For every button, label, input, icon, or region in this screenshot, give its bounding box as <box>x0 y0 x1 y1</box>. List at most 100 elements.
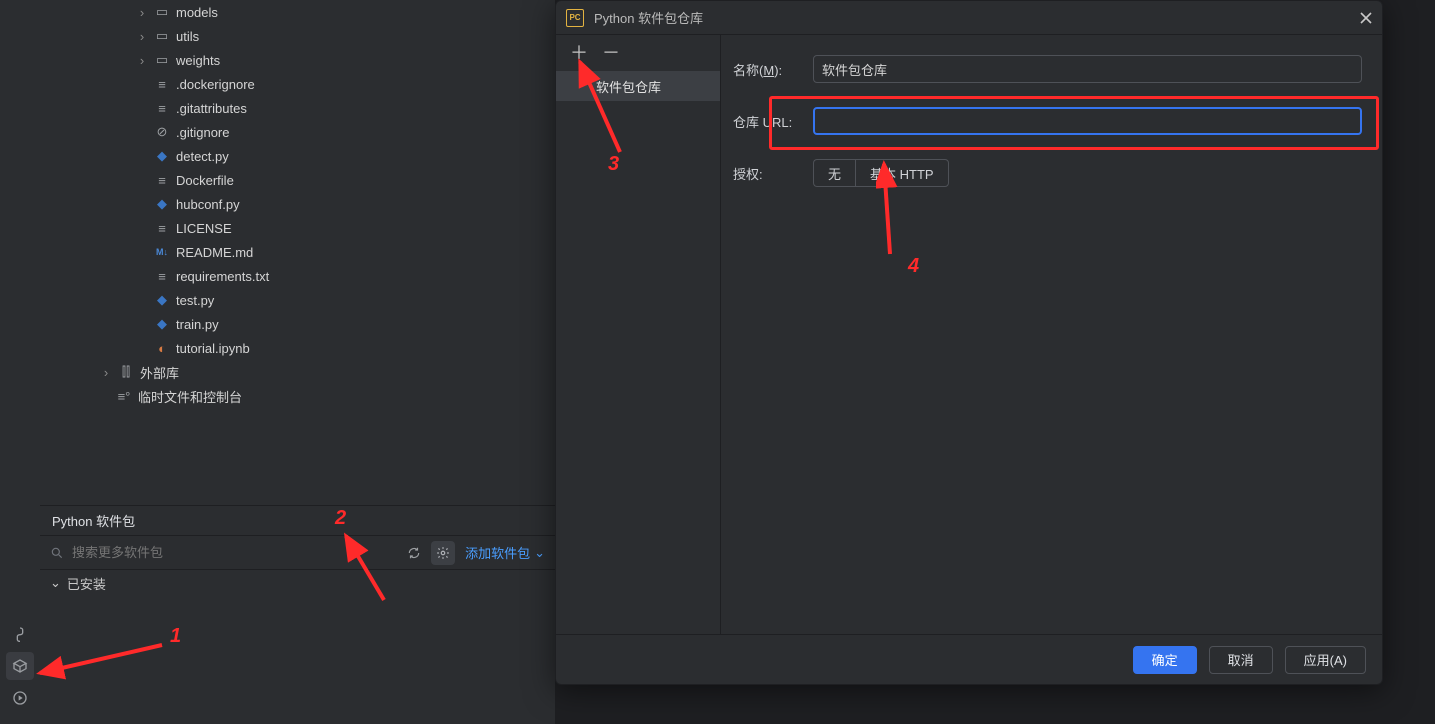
tree-file-dockerignore[interactable]: ≡ .dockerignore <box>40 72 555 96</box>
tree-label: requirements.txt <box>176 269 269 284</box>
repo-list-toolbar: ＋ － <box>556 35 720 71</box>
markdown-file-icon: M↓ <box>154 247 170 257</box>
auth-none-button[interactable]: 无 <box>813 159 855 187</box>
tree-folder-weights[interactable]: › ▭ weights <box>40 48 555 72</box>
tree-label: .dockerignore <box>176 77 255 92</box>
tree-label: utils <box>176 29 199 44</box>
gitignore-file-icon: ⊘ <box>154 124 170 140</box>
chevron-right-icon: › <box>100 365 112 380</box>
package-search[interactable] <box>50 545 397 560</box>
python-file-icon: ◆ <box>154 316 170 332</box>
dialog-footer: 确定 取消 应用(A) <box>556 634 1382 684</box>
tree-file-readme[interactable]: M↓ README.md <box>40 240 555 264</box>
remove-repository-button[interactable]: － <box>602 44 620 62</box>
tree-file-hubconf[interactable]: ◆ hubconf.py <box>40 192 555 216</box>
python-console-tool-icon[interactable] <box>6 620 34 648</box>
annotation-box-url <box>769 96 1379 150</box>
project-tree[interactable]: › ▭ models › ▭ utils › ▭ weights ≡ .dock… <box>40 0 555 505</box>
tree-file-license[interactable]: ≡ LICENSE <box>40 216 555 240</box>
python-file-icon: ◆ <box>154 196 170 212</box>
repository-list-item[interactable]: 软件包仓库 <box>556 71 720 101</box>
text-file-icon: ≡ <box>154 269 170 284</box>
apply-button[interactable]: 应用(A) <box>1285 646 1366 674</box>
tree-label: 临时文件和控制台 <box>138 387 242 406</box>
dialog-titlebar: PC Python 软件包仓库 <box>556 1 1382 35</box>
gear-icon <box>436 546 450 560</box>
tree-folder-models[interactable]: › ▭ models <box>40 0 555 24</box>
panel-title: Python 软件包 <box>40 506 555 536</box>
folder-icon: ▭ <box>154 52 170 68</box>
tree-external-libraries[interactable]: › ⫿⫿ 外部库 <box>40 360 555 384</box>
tree-folder-utils[interactable]: › ▭ utils <box>40 24 555 48</box>
pycharm-icon: PC <box>566 9 584 27</box>
tree-label: test.py <box>176 293 214 308</box>
annotation-number-2: 2 <box>335 507 346 530</box>
left-tool-strip <box>0 0 40 724</box>
python-packages-tool-icon[interactable] <box>6 652 34 680</box>
chevron-right-icon: › <box>136 5 148 20</box>
repository-list-panel: ＋ － 软件包仓库 <box>556 35 721 634</box>
python-packages-panel: Python 软件包 添加软件包 ⌄ ⌄ 已安装 <box>40 505 555 724</box>
search-icon <box>50 546 64 560</box>
repository-item-label: 软件包仓库 <box>596 77 661 96</box>
tree-label: tutorial.ipynb <box>176 341 250 356</box>
package-toolbar: 添加软件包 ⌄ <box>40 536 555 570</box>
chevron-down-icon: ⌄ <box>50 575 61 591</box>
tree-label: README.md <box>176 245 253 260</box>
tree-file-gitignore[interactable]: ⊘ .gitignore <box>40 120 555 144</box>
auth-segment: 无 基本 HTTP <box>813 159 949 187</box>
add-package-label: 添加软件包 <box>465 543 530 562</box>
tree-label: LICENSE <box>176 221 232 236</box>
tree-file-dockerfile[interactable]: ≡ Dockerfile <box>40 168 555 192</box>
chevron-down-icon: ⌄ <box>534 545 545 561</box>
auth-row: 授权: 无 基本 HTTP <box>733 159 1362 187</box>
text-file-icon: ≡ <box>154 77 170 92</box>
installed-section[interactable]: ⌄ 已安装 <box>40 570 555 596</box>
chevron-right-icon: › <box>136 53 148 68</box>
tree-file-test[interactable]: ◆ test.py <box>40 288 555 312</box>
tree-label: models <box>176 5 218 20</box>
tree-file-detect[interactable]: ◆ detect.py <box>40 144 555 168</box>
name-label: 名称(M): <box>733 60 801 79</box>
python-file-icon: ◆ <box>154 148 170 164</box>
text-file-icon: ≡ <box>154 101 170 116</box>
add-repository-button[interactable]: ＋ <box>570 44 588 62</box>
tree-label: .gitattributes <box>176 101 247 116</box>
tree-label: weights <box>176 53 220 68</box>
tree-label: detect.py <box>176 149 229 164</box>
tree-label: Dockerfile <box>176 173 234 188</box>
jupyter-file-icon: ◐ <box>154 341 170 356</box>
installed-label: 已安装 <box>67 574 106 593</box>
tree-label: .gitignore <box>176 125 229 140</box>
tree-label: hubconf.py <box>176 197 240 212</box>
panel-title-text: Python 软件包 <box>52 511 135 530</box>
text-file-icon: ≡ <box>154 221 170 236</box>
cancel-button[interactable]: 取消 <box>1209 646 1273 674</box>
tree-file-tutorial[interactable]: ◐ tutorial.ipynb <box>40 336 555 360</box>
name-row: 名称(M): <box>733 55 1362 83</box>
close-icon <box>1360 12 1372 24</box>
dialog-title: Python 软件包仓库 <box>594 8 703 27</box>
package-settings-button[interactable] <box>431 541 455 565</box>
folder-icon: ▭ <box>154 28 170 44</box>
reload-icon[interactable] <box>407 546 421 560</box>
add-package-dropdown[interactable]: 添加软件包 ⌄ <box>465 543 545 562</box>
repository-name-input[interactable] <box>813 55 1362 83</box>
library-icon: ⫿⫿ <box>118 364 134 380</box>
chevron-right-icon: › <box>136 29 148 44</box>
annotation-number-1: 1 <box>170 625 181 648</box>
tree-file-requirements[interactable]: ≡ requirements.txt <box>40 264 555 288</box>
auth-label: 授权: <box>733 164 801 183</box>
ok-button[interactable]: 确定 <box>1133 646 1197 674</box>
tree-file-gitattributes[interactable]: ≡ .gitattributes <box>40 96 555 120</box>
tree-file-train[interactable]: ◆ train.py <box>40 312 555 336</box>
auth-basic-http-button[interactable]: 基本 HTTP <box>855 159 949 187</box>
tree-scratches[interactable]: ≡° 临时文件和控制台 <box>40 384 555 408</box>
services-tool-icon[interactable] <box>6 684 34 712</box>
tree-label: train.py <box>176 317 219 332</box>
tree-label: 外部库 <box>140 363 179 382</box>
annotation-number-3: 3 <box>608 153 619 176</box>
close-button[interactable] <box>1360 12 1372 24</box>
package-search-input[interactable] <box>72 545 397 560</box>
annotation-number-4: 4 <box>908 255 919 278</box>
